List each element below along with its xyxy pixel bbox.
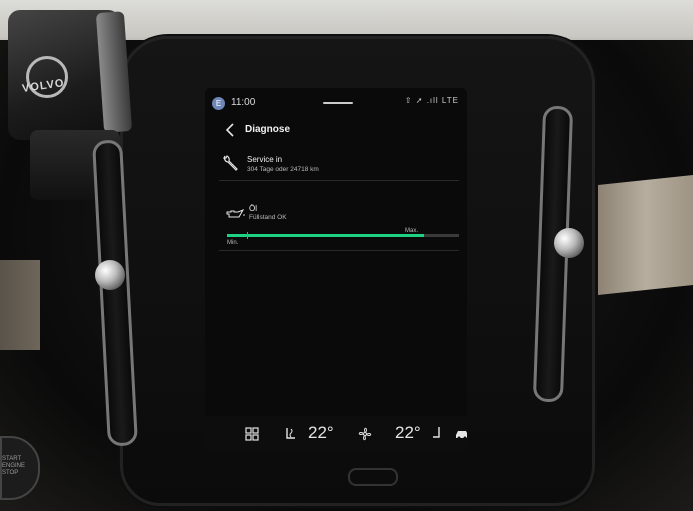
climate-bar: 22° 22° [205, 416, 467, 452]
chevron-left-icon[interactable] [223, 122, 237, 138]
status-bar: E 11:00 ⇧ ➚ .ıll LTE [205, 88, 467, 116]
start-stop-label: START ENGINE STOP [2, 456, 26, 476]
oil-title: Öl [249, 204, 257, 213]
top-panel-handle[interactable] [323, 102, 353, 104]
oil-max-label: Max. [405, 228, 419, 234]
seat-heat-left-icon[interactable] [283, 426, 299, 442]
oil-level-bar [227, 232, 459, 239]
oil-can-icon [226, 209, 245, 218]
infotainment-screen: E 11:00 ⇧ ➚ .ıll LTE Diagnose Service in… [205, 88, 467, 452]
clock: 11:00 [231, 97, 256, 108]
right-temperature[interactable]: 22° [395, 423, 421, 447]
service-detail: 304 Tage oder 24718 km [247, 166, 319, 173]
vent-knob-right[interactable] [554, 228, 584, 258]
vent-knob-left[interactable] [95, 260, 125, 290]
oil-level-fill [227, 234, 425, 237]
oil-min-tick [247, 232, 248, 239]
home-button[interactable] [348, 468, 398, 486]
seat-heat-right-icon[interactable] [431, 426, 443, 440]
connectivity-icons: ⇧ ➚ .ıll LTE [404, 96, 459, 105]
page-header: Diagnose [205, 120, 467, 142]
oil-min-label: Min. [227, 240, 239, 246]
car-icon[interactable] [454, 428, 467, 440]
left-temperature[interactable]: 22° [308, 423, 334, 447]
page-title: Diagnose [245, 124, 291, 135]
wood-trim-right [598, 175, 693, 295]
grid-icon[interactable] [245, 427, 259, 441]
oil-status: Füllstand OK [249, 214, 287, 221]
wood-trim-left [0, 260, 40, 350]
service-row[interactable]: Service in 304 Tage oder 24718 km [219, 150, 459, 181]
profile-avatar[interactable]: E [212, 97, 225, 110]
oil-row[interactable]: Öl Füllstand OK Min. Max. [219, 200, 459, 251]
service-title: Service in [247, 155, 283, 164]
wrench-icon [223, 155, 238, 171]
fan-icon[interactable] [357, 426, 373, 442]
